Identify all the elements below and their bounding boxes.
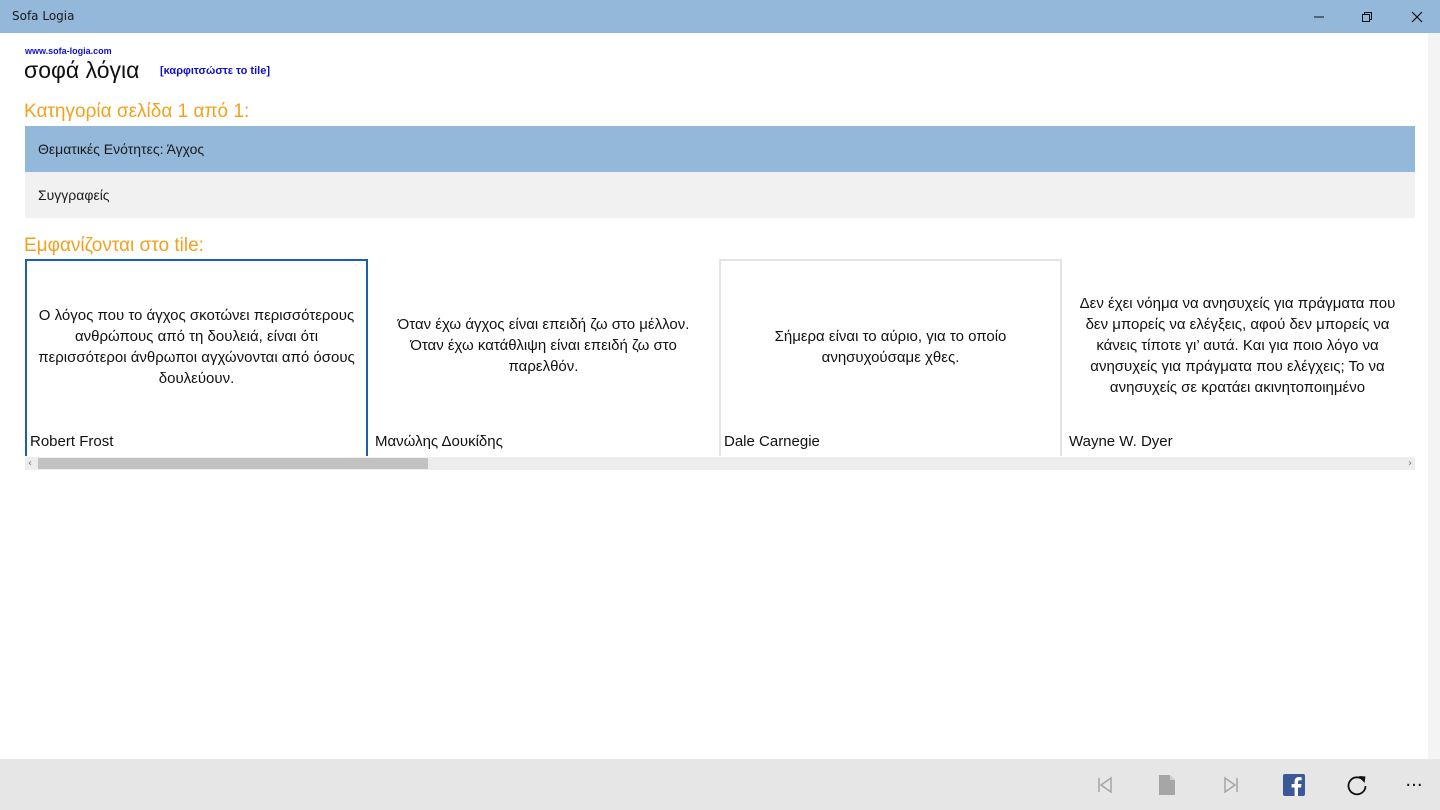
quote-text: Ο λόγος που το άγχος σκοτώνει περισσότερ… xyxy=(38,307,355,387)
window-title: Sofa Logia xyxy=(12,9,75,23)
refresh-icon xyxy=(1347,776,1367,796)
facebook-icon xyxy=(1283,774,1305,796)
page-button[interactable] xyxy=(1151,769,1183,801)
quote-tile[interactable]: Σήμερα είναι το αύριο, για το οποίο ανησ… xyxy=(719,259,1062,456)
app-bar: ··· xyxy=(0,759,1440,810)
close-button[interactable] xyxy=(1394,0,1440,33)
page-icon xyxy=(1159,775,1175,795)
last-page-button[interactable] xyxy=(1215,769,1247,801)
quote-text: Όταν έχω άγχος είναι επειδή ζω στο μέλλο… xyxy=(397,315,690,375)
quote-author: Μανώλης Δουκίδης xyxy=(375,433,503,450)
tiles-section-title: Εμφανίζονται στο tile: xyxy=(24,235,204,256)
category-item-authors[interactable]: Συγγραφείς xyxy=(25,172,1415,218)
category-item-label: Συγγραφείς xyxy=(38,187,110,203)
facebook-button[interactable] xyxy=(1278,769,1310,801)
restore-button[interactable] xyxy=(1344,0,1390,33)
scroll-right-icon[interactable]: › xyxy=(1408,457,1412,470)
quote-tile[interactable]: Ο λόγος που το άγχος σκοτώνει περισσότερ… xyxy=(25,259,368,456)
quote-tile[interactable]: Όταν έχω άγχος είναι επειδή ζω στο μέλλο… xyxy=(372,259,715,456)
quote-tiles-list: Ο λόγος που το άγχος σκοτώνει περισσότερ… xyxy=(25,259,1415,456)
minimize-icon xyxy=(1314,16,1324,17)
restore-icon xyxy=(1362,11,1372,22)
category-page-title: Κατηγορία σελίδα 1 από 1: xyxy=(24,101,250,122)
title-bar: Sofa Logia xyxy=(0,0,1440,33)
vertical-scrollbar[interactable] xyxy=(1428,33,1440,760)
quote-author: Wayne W. Dyer xyxy=(1069,433,1173,450)
site-url-link[interactable]: www.sofa-logia.com xyxy=(25,46,112,56)
scrollbar-thumb[interactable] xyxy=(38,458,428,469)
last-page-icon xyxy=(1224,776,1238,794)
quote-text: Σήμερα είναι το αύριο, για το οποίο ανησ… xyxy=(774,328,1007,366)
quote-author: Robert Frost xyxy=(30,433,114,450)
first-page-icon xyxy=(1098,776,1112,794)
minimize-button[interactable] xyxy=(1296,0,1342,33)
more-icon: ··· xyxy=(1405,774,1423,796)
category-item-label: Θεματικές Ενότητες: Άγχος xyxy=(38,141,205,157)
horizontal-scrollbar[interactable]: ‹ › xyxy=(25,457,1415,470)
first-page-button[interactable] xyxy=(1089,769,1121,801)
more-button[interactable]: ··· xyxy=(1398,769,1430,801)
category-item-anxiety[interactable]: Θεματικές Ενότητες: Άγχος xyxy=(25,126,1415,172)
pin-tile-link[interactable]: [καρφιτσώστε το tile] xyxy=(160,65,270,77)
close-icon xyxy=(1411,11,1423,22)
quote-tile[interactable]: Δεν έχει νόημα να ανησυχείς για πράγματα… xyxy=(1066,259,1409,456)
quote-author: Dale Carnegie xyxy=(724,433,820,450)
app-name-heading: σοφά λόγια xyxy=(24,57,140,83)
refresh-button[interactable] xyxy=(1341,769,1373,801)
quote-text: Δεν έχει νόημα να ανησυχείς για πράγματα… xyxy=(1079,294,1396,396)
scroll-left-icon[interactable]: ‹ xyxy=(28,457,32,470)
